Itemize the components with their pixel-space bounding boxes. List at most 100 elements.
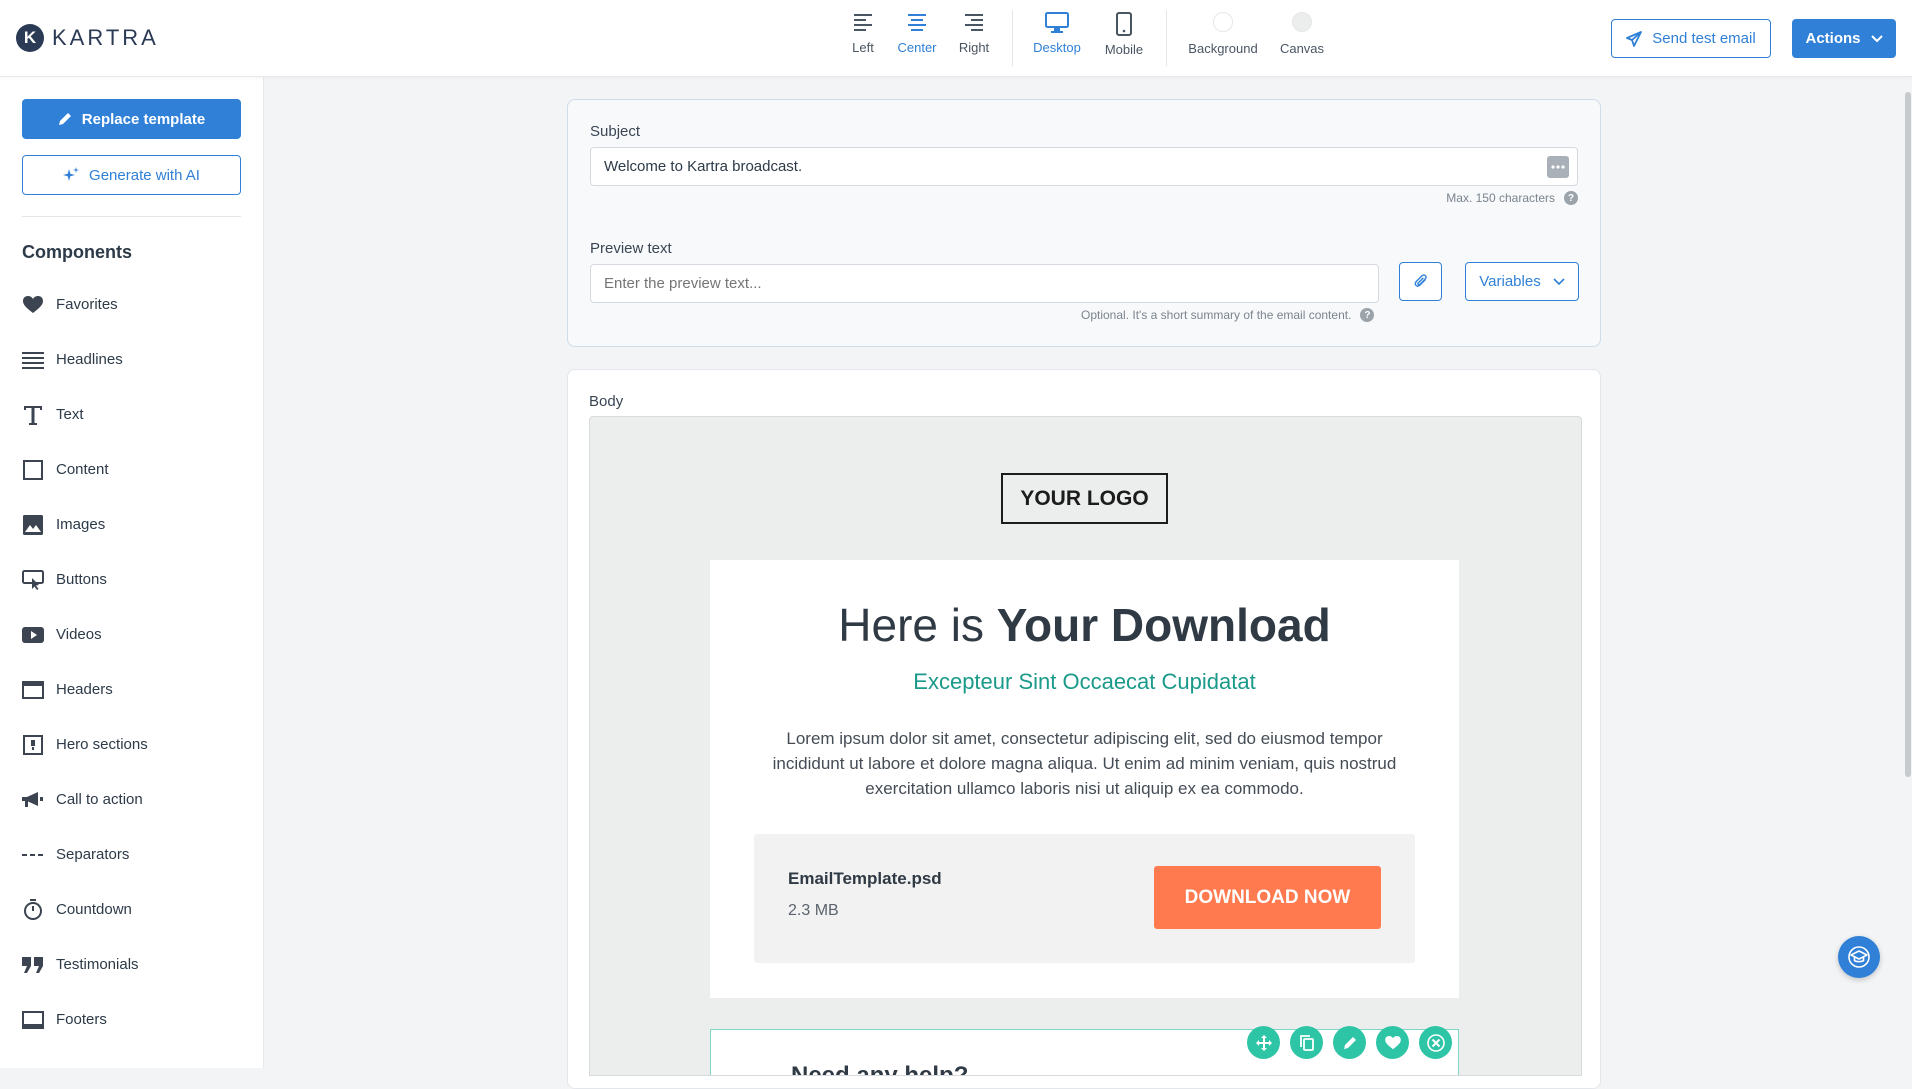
mobile-label: Mobile (1104, 42, 1144, 57)
variables-label: Variables (1479, 273, 1541, 290)
align-center-icon (908, 14, 926, 31)
help-section-block[interactable]: Need any help? (710, 1026, 1459, 1075)
logo-text: KARTRA (52, 25, 159, 50)
align-center-button[interactable]: Center (885, 12, 949, 55)
sparkle-icon (63, 167, 80, 181)
duplicate-icon[interactable] (1290, 1026, 1323, 1059)
sidebar-item-footers[interactable]: Footers (22, 992, 252, 1047)
kartra-logo[interactable]: K KARTRA (16, 24, 159, 52)
sidebar-item-label: Content (56, 461, 109, 478)
subject-hint-text: Max. 150 characters (1446, 191, 1555, 205)
toolbar-divider (1166, 10, 1167, 66)
sidebar-item-favorites[interactable]: Favorites (22, 277, 252, 332)
image-icon (22, 514, 44, 536)
send-test-email-label: Send test email (1652, 30, 1756, 47)
separator-icon (22, 844, 44, 866)
email-paragraph[interactable]: Lorem ipsum dolor sit amet, consectetur … (758, 726, 1411, 801)
send-test-email-button[interactable]: Send test email (1611, 19, 1771, 58)
sidebar-item-countdown[interactable]: Countdown (22, 882, 252, 937)
sidebar-item-label: Headlines (56, 351, 123, 368)
align-left-icon (854, 14, 872, 31)
variables-dropdown-button[interactable]: Variables (1465, 262, 1579, 301)
preview-text-input[interactable] (590, 264, 1379, 303)
heart-icon (22, 294, 44, 316)
replace-template-button[interactable]: Replace template (22, 99, 241, 139)
sidebar-item-label: Separators (56, 846, 130, 863)
graduation-cap-icon (1848, 946, 1870, 968)
email-subheadline[interactable]: Excepteur Sint Occaecat Cupidatat (710, 669, 1459, 695)
emoji-more-icon[interactable] (1547, 156, 1569, 178)
sidebar-item-label: Countdown (56, 901, 132, 918)
academy-help-button[interactable] (1838, 936, 1880, 978)
components-title: Components (22, 242, 132, 262)
sidebar-item-images[interactable]: Images (22, 497, 252, 552)
sidebar-item-label: Hero sections (56, 736, 148, 753)
scrollbar-thumb[interactable] (1905, 92, 1911, 777)
logo-placeholder[interactable]: YOUR LOGO (1001, 473, 1168, 524)
move-icon[interactable] (1247, 1026, 1280, 1059)
desktop-view-button[interactable]: Desktop (1025, 12, 1089, 55)
preview-hint: Optional. It's a short summary of the em… (1081, 308, 1375, 322)
favorite-heart-icon[interactable] (1376, 1026, 1409, 1059)
file-size: 2.3 MB (788, 902, 839, 919)
actions-label: Actions (1805, 30, 1861, 47)
chevron-down-icon (1870, 34, 1883, 42)
button-icon (22, 569, 44, 591)
mobile-icon (1116, 12, 1132, 36)
download-box: EmailTemplate.psd 2.3 MB DOWNLOAD NOW (754, 834, 1415, 963)
help-icon[interactable]: ? (1360, 308, 1375, 322)
sidebar-item-call-to-action[interactable]: Call to action (22, 772, 252, 827)
stopwatch-icon (22, 898, 44, 921)
email-canvas[interactable]: YOUR LOGO Here is Your Download Excepteu… (589, 416, 1582, 1076)
sidebar-item-content[interactable]: Content (22, 442, 252, 497)
align-right-button[interactable]: Right (942, 12, 1006, 55)
sidebar-item-buttons[interactable]: Buttons (22, 552, 252, 607)
preview-hint-text: Optional. It's a short summary of the em… (1081, 308, 1352, 322)
align-center-label: Center (897, 40, 937, 55)
sidebar-item-headers[interactable]: Headers (22, 662, 252, 717)
chevron-down-icon (1553, 277, 1565, 285)
video-icon (22, 624, 44, 646)
file-name: EmailTemplate.psd (788, 869, 942, 888)
canvas-color-button[interactable]: Canvas (1270, 12, 1334, 56)
generate-with-ai-label: Generate with AI (89, 166, 200, 184)
top-toolbar: K KARTRA Left Center Right Desktop Mobil… (0, 0, 1912, 77)
sidebar-item-text[interactable]: Text (22, 387, 252, 442)
delete-icon[interactable] (1419, 1026, 1452, 1059)
megaphone-icon (22, 789, 44, 811)
mobile-view-button[interactable]: Mobile (1092, 12, 1156, 57)
canvas-swatch (1292, 12, 1312, 32)
edit-icon[interactable] (1333, 1026, 1366, 1059)
header-icon (22, 679, 44, 701)
canvas-label: Canvas (1279, 41, 1325, 56)
generate-with-ai-button[interactable]: Generate with AI (22, 155, 241, 195)
sidebar-item-videos[interactable]: Videos (22, 607, 252, 662)
headline-light: Here is (838, 599, 997, 651)
quote-icon (22, 954, 44, 976)
sidebar-item-separators[interactable]: Separators (22, 827, 252, 882)
email-content-block[interactable]: Here is Your Download Excepteur Sint Occ… (710, 560, 1459, 998)
download-now-button[interactable]: DOWNLOAD NOW (1154, 866, 1381, 929)
subject-label: Subject (590, 123, 641, 140)
subject-input[interactable]: Welcome to Kartra broadcast. (590, 147, 1578, 186)
sidebar-item-headlines[interactable]: Headlines (22, 332, 252, 387)
help-icon[interactable]: ? (1564, 191, 1578, 205)
align-right-label: Right (958, 40, 990, 55)
align-right-icon (965, 14, 983, 31)
hero-icon (22, 734, 44, 756)
actions-dropdown-button[interactable]: Actions (1792, 19, 1896, 58)
sidebar-item-hero-sections[interactable]: Hero sections (22, 717, 252, 772)
sidebar-item-label: Favorites (56, 296, 118, 313)
toolbar-divider (1012, 10, 1013, 66)
sidebar-item-label: Footers (56, 1011, 107, 1028)
background-color-button[interactable]: Background (1180, 12, 1266, 56)
email-headline[interactable]: Here is Your Download (710, 598, 1459, 652)
attach-link-button[interactable] (1399, 262, 1442, 301)
sidebar-item-testimonials[interactable]: Testimonials (22, 937, 252, 992)
align-left-label: Left (852, 40, 874, 55)
editor-main: Subject Welcome to Kartra broadcast. Max… (264, 77, 1912, 1089)
background-swatch (1213, 12, 1233, 32)
logo-mark-icon: K (16, 24, 44, 52)
block-toolbar (1247, 1026, 1452, 1059)
paperclip-icon (1414, 273, 1427, 287)
